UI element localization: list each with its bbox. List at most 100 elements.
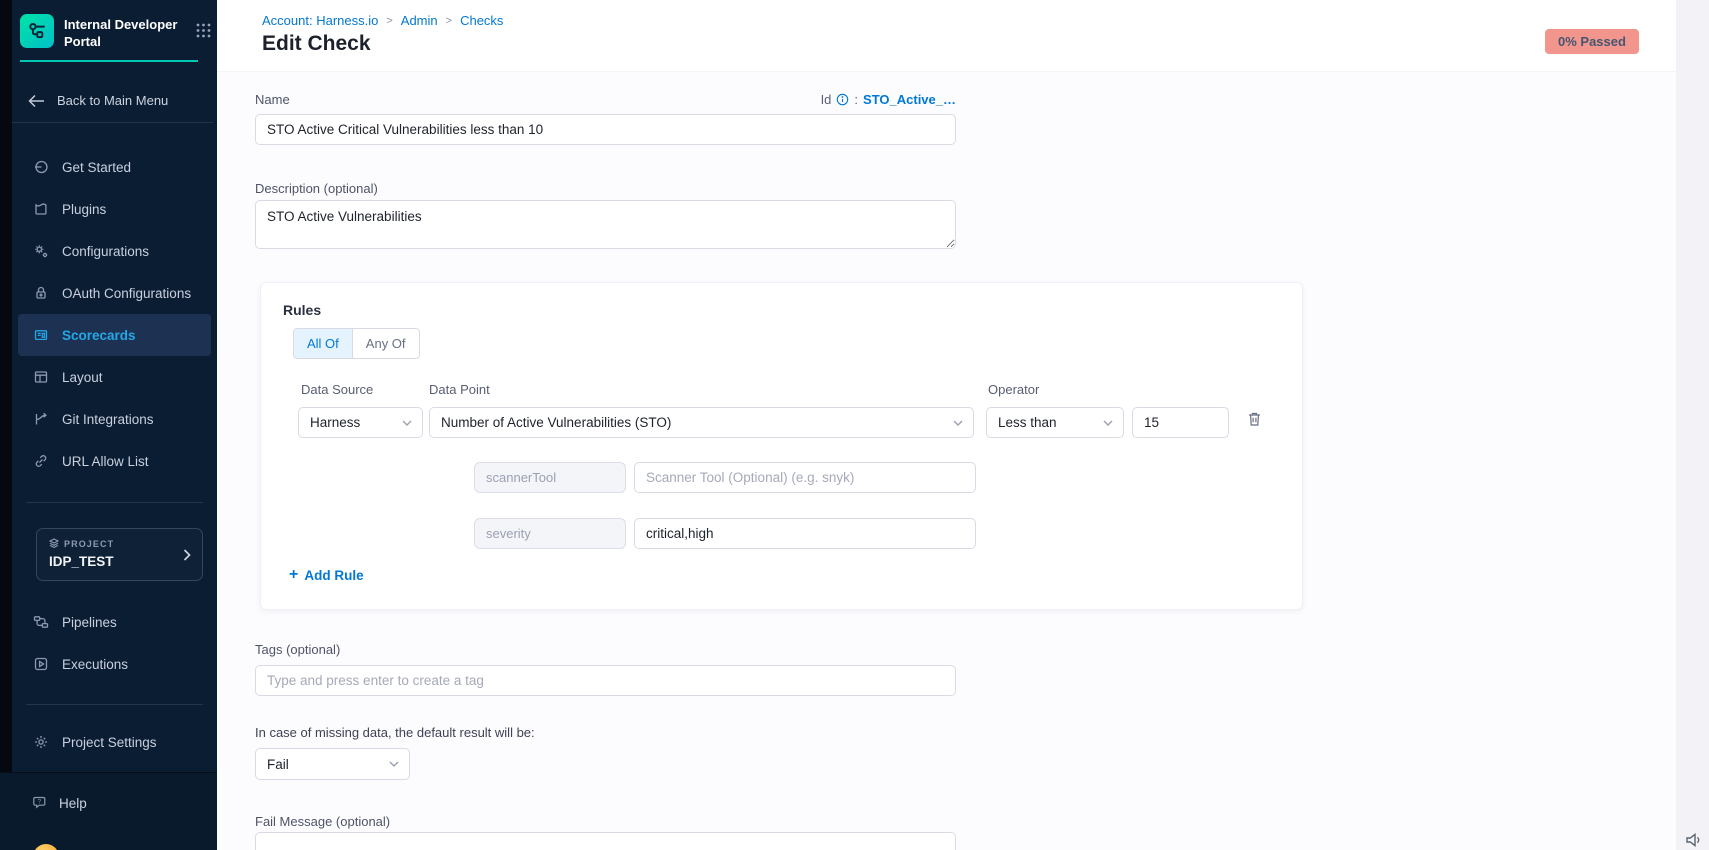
sidebar-nav-settings: Project Settings <box>12 721 217 763</box>
id-value[interactable]: STO_Active_… <box>863 92 956 107</box>
logo-row: Internal Developer Portal <box>20 14 211 51</box>
sidebar-panel: Internal Developer Portal Back to Main M… <box>12 0 217 772</box>
sidebar-item-executions[interactable]: Executions <box>12 643 217 685</box>
data-point-label: Data Point <box>429 382 490 397</box>
back-to-main-menu[interactable]: Back to Main Menu <box>12 79 213 123</box>
missing-data-label: In case of missing data, the default res… <box>255 725 535 740</box>
breadcrumb-separator: > <box>438 15 460 27</box>
info-icon[interactable] <box>836 93 849 106</box>
sidebar-item-help[interactable]: ? Help <box>0 782 217 824</box>
chevron-down-icon <box>389 761 399 767</box>
param-key-scannertool: scannerTool <box>474 462 626 493</box>
sidebar-item-label: Plugins <box>62 202 106 217</box>
speaker-icon[interactable] <box>1684 831 1704 850</box>
operator-label: Operator <box>988 382 1039 397</box>
tags-input[interactable] <box>255 665 956 696</box>
tab-any-of[interactable]: Any Of <box>352 329 419 358</box>
breadcrumb: Account: Harness.io > Admin > Checks <box>262 13 503 28</box>
page-header: Account: Harness.io > Admin > Checks Edi… <box>217 0 1676 72</box>
data-source-label: Data Source <box>301 382 373 397</box>
gear-icon <box>33 734 49 750</box>
name-input[interactable] <box>255 114 956 145</box>
sidebar-item-oauth-configurations[interactable]: OAuth Configurations <box>12 272 217 314</box>
sidebar-item-url-allow-list[interactable]: URL Allow List <box>12 440 217 482</box>
sidebar-item-plugins[interactable]: Plugins <box>12 188 217 230</box>
project-selector[interactable]: PROJECT IDP_TEST <box>36 528 203 581</box>
sidebar-item-label: Project Settings <box>62 735 157 750</box>
sidebar-item-label: Get Started <box>62 160 131 175</box>
fail-message-textarea[interactable] <box>255 832 956 850</box>
git-branch-icon <box>33 411 49 427</box>
breadcrumb-account-link[interactable]: Account: Harness.io <box>262 13 378 28</box>
sidebar: Internal Developer Portal Back to Main M… <box>0 0 217 850</box>
id-label: Id <box>821 92 832 107</box>
sidebar-item-label: OAuth Configurations <box>62 286 191 301</box>
sidebar-item-label: Git Integrations <box>62 412 154 427</box>
right-gutter <box>1676 0 1709 850</box>
default-result-select[interactable]: Fail <box>255 748 410 780</box>
sidebar-item-label: Layout <box>62 370 103 385</box>
apps-grid-icon[interactable] <box>196 23 211 43</box>
sidebar-item-scorecards[interactable]: Scorecards <box>18 314 211 356</box>
sidebar-item-pipelines[interactable]: Pipelines <box>12 601 217 643</box>
sidebar-item-layout[interactable]: Layout <box>12 356 217 398</box>
executions-icon <box>33 656 49 672</box>
sidebar-divider <box>26 502 203 503</box>
operator-select[interactable]: Less than <box>986 407 1124 438</box>
accent-divider <box>20 60 198 62</box>
rules-heading: Rules <box>283 302 321 318</box>
user-avatar[interactable] <box>33 844 59 850</box>
back-label: Back to Main Menu <box>57 93 168 108</box>
arrow-left-icon <box>28 94 45 108</box>
sidebar-item-git-integrations[interactable]: Git Integrations <box>12 398 217 440</box>
chevron-down-icon <box>1103 420 1113 426</box>
link-icon <box>33 453 49 469</box>
delete-rule-icon[interactable] <box>1247 411 1262 427</box>
param-key-severity: severity <box>474 518 626 549</box>
sidebar-divider <box>26 704 203 705</box>
severity-input[interactable] <box>634 518 976 549</box>
sidebar-item-label: Configurations <box>62 244 149 259</box>
pipelines-icon <box>33 614 49 630</box>
sidebar-nav-admin: Get Started Plugins <box>12 146 217 482</box>
data-source-select[interactable]: Harness <box>298 407 423 438</box>
sidebar-item-get-started[interactable]: Get Started <box>12 146 217 188</box>
sidebar-item-label: Pipelines <box>62 615 117 630</box>
collapsed-nav-strip <box>0 0 12 772</box>
description-textarea[interactable]: STO Active Vulnerabilities <box>255 200 956 249</box>
chevron-down-icon <box>402 420 412 426</box>
name-label: Name <box>255 92 290 107</box>
sidebar-bottom-dock: ? Help <box>0 772 217 850</box>
project-scope-icon <box>49 538 59 550</box>
lock-icon <box>33 285 49 301</box>
chevron-down-icon <box>953 420 963 426</box>
page-title: Edit Check <box>262 32 371 56</box>
description-label: Description (optional) <box>255 181 378 196</box>
id-separator: : <box>854 92 858 107</box>
project-name: IDP_TEST <box>49 554 190 569</box>
breadcrumb-checks-link[interactable]: Checks <box>460 13 503 28</box>
harness-idp-logo-icon <box>20 14 54 48</box>
add-rule-button[interactable]: + Add Rule <box>289 566 364 584</box>
fail-message-label: Fail Message (optional) <box>255 814 390 829</box>
main-content: Account: Harness.io > Admin > Checks Edi… <box>217 0 1709 850</box>
plugins-icon <box>33 201 49 217</box>
tags-label: Tags (optional) <box>255 642 340 657</box>
scanner-tool-input[interactable] <box>634 462 976 493</box>
breadcrumb-separator: > <box>378 15 400 27</box>
rules-condition-toggle: All Of Any Of <box>293 328 420 359</box>
plus-icon: + <box>289 566 298 584</box>
sidebar-item-label: Help <box>59 796 87 811</box>
data-point-select[interactable]: Number of Active Vulnerabilities (STO) <box>429 407 974 438</box>
threshold-input[interactable] <box>1132 407 1229 438</box>
sidebar-nav-project: Pipelines Executions <box>12 601 217 685</box>
help-chat-icon: ? <box>32 795 48 811</box>
breadcrumb-admin-link[interactable]: Admin <box>401 13 438 28</box>
tab-all-of[interactable]: All Of <box>294 329 352 358</box>
layout-icon <box>33 369 49 385</box>
sidebar-item-configurations[interactable]: Configurations <box>12 230 217 272</box>
sidebar-item-project-settings[interactable]: Project Settings <box>12 721 217 763</box>
gears-icon <box>33 243 49 259</box>
scorecards-icon <box>33 327 49 343</box>
svg-text:?: ? <box>37 799 41 806</box>
